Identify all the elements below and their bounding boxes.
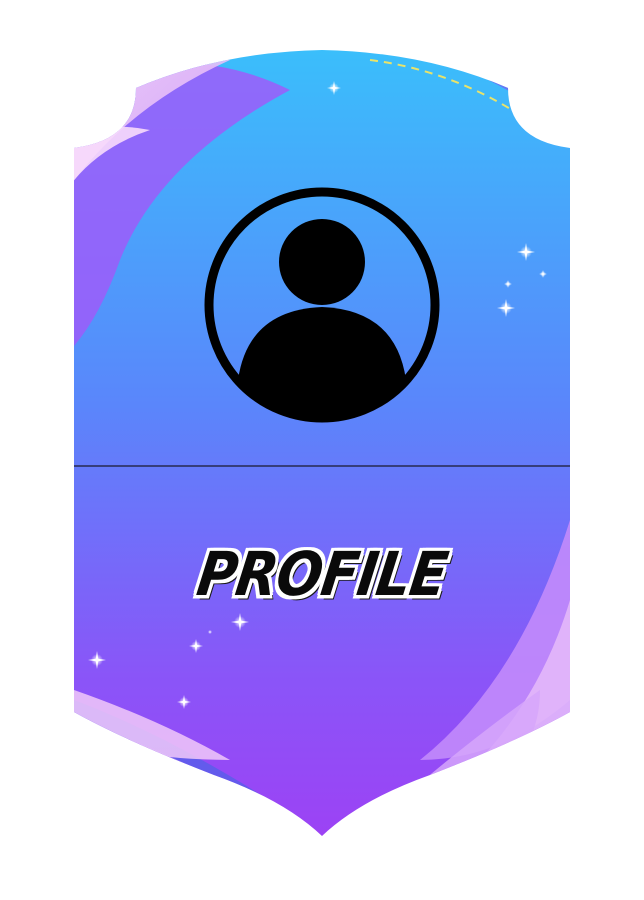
profile-title: PROFILE bbox=[192, 539, 452, 610]
profile-card bbox=[74, 50, 570, 836]
card-background bbox=[74, 50, 570, 836]
